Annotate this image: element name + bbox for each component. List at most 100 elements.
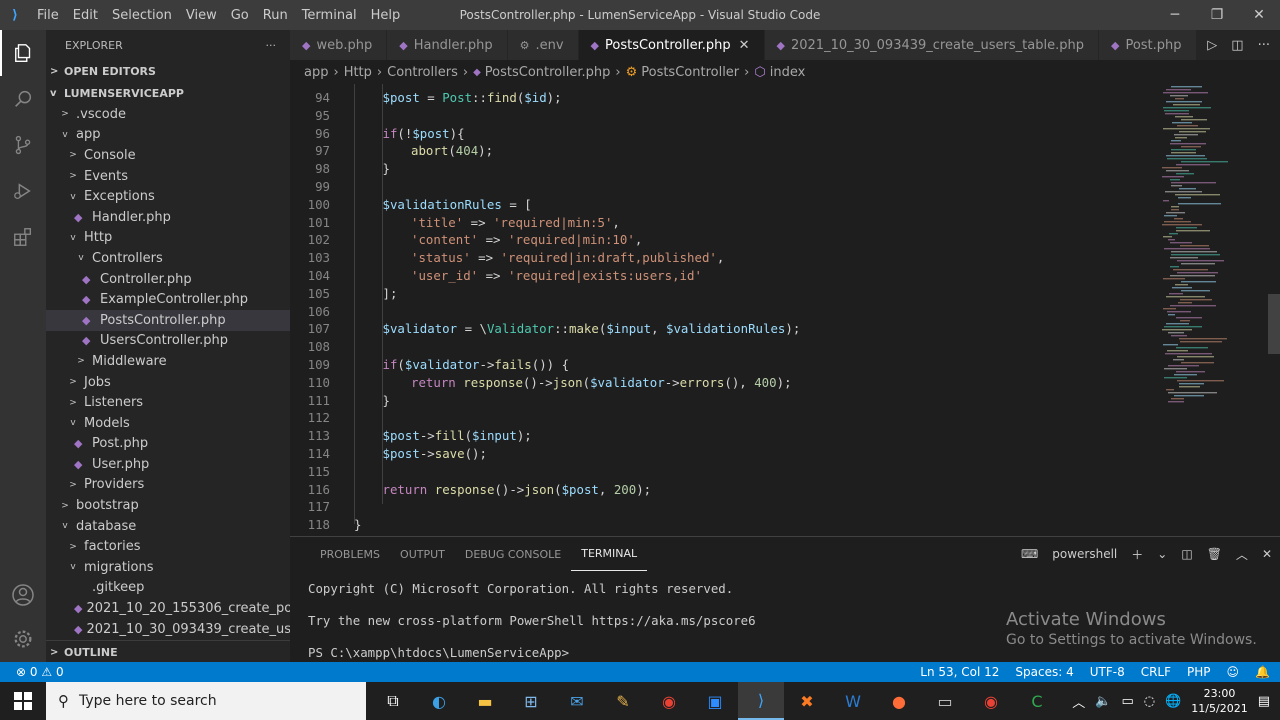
editor-tab[interactable]: ◆ PostsController.php ✕	[578, 30, 765, 60]
menu-terminal[interactable]: Terminal	[295, 8, 364, 23]
outline-section[interactable]: > OUTLINE	[46, 640, 290, 662]
tab-problems[interactable]: PROBLEMS	[310, 537, 390, 571]
breadcrumb-item[interactable]: app	[304, 65, 328, 80]
language-mode[interactable]: PHP	[1187, 665, 1211, 679]
breadcrumb-item[interactable]: PostsController.php	[485, 65, 611, 80]
code-line[interactable]: 108	[290, 338, 1160, 356]
vscode-taskbar-icon[interactable]: ⟩	[738, 682, 784, 720]
paint-icon[interactable]: ✎	[600, 682, 646, 720]
chrome-profile-icon[interactable]: ◉	[968, 682, 1014, 720]
project-section[interactable]: v LUMENSERVICEAPP	[46, 82, 290, 104]
notifications-bell-icon[interactable]: 🔔	[1255, 665, 1270, 679]
code-editor[interactable]: 94 $post = Post::find($id); 95 96 if(!$post)…	[290, 84, 1280, 536]
file-explorer-icon[interactable]: ▬	[462, 682, 508, 720]
tree-folder[interactable]: > factories	[46, 536, 290, 557]
tree-folder[interactable]: > Jobs	[46, 372, 290, 393]
menu-help[interactable]: Help	[364, 8, 408, 23]
feedback-icon[interactable]: ☺	[1227, 665, 1240, 679]
taskbar-search[interactable]: ⚲ Type here to search	[46, 682, 366, 720]
code-line[interactable]: 118}	[290, 516, 1160, 534]
editor-tab[interactable]: ◆ Post.php	[1098, 30, 1197, 60]
tree-file[interactable]: ◆2021_10_30_093439_create_users_t...	[46, 619, 290, 640]
tree-folder[interactable]: v migrations	[46, 557, 290, 578]
chrome-icon[interactable]: ◉	[646, 682, 692, 720]
menu-selection[interactable]: Selection	[105, 8, 179, 23]
code-line[interactable]: 113 $post->fill($input);	[290, 427, 1160, 445]
edge-icon[interactable]: ◐	[416, 682, 462, 720]
tab-terminal[interactable]: TERMINAL	[571, 537, 648, 571]
breadcrumb-item[interactable]: PostsController	[641, 65, 739, 80]
maximize-panel-icon[interactable]: ︿	[1236, 546, 1248, 563]
tree-file[interactable]: ◆2021_10_20_155306_create_posts_...	[46, 598, 290, 619]
speaker-icon[interactable]: 🔈	[1095, 694, 1111, 709]
battery-icon[interactable]: ▭	[1121, 694, 1133, 709]
tree-folder[interactable]: > Providers	[46, 475, 290, 496]
tree-folder[interactable]: v database	[46, 516, 290, 537]
code-line[interactable]: 115	[290, 463, 1160, 481]
run-debug-icon[interactable]	[0, 168, 46, 214]
zoom-icon[interactable]: ▣	[692, 682, 738, 720]
menu-edit[interactable]: Edit	[66, 8, 105, 23]
code-line[interactable]: 96 if(!$post){	[290, 125, 1160, 143]
menu-run[interactable]: Run	[256, 8, 295, 23]
code-line[interactable]: 103 'status' => 'required|in:draft,publis…	[290, 249, 1160, 267]
xampp-icon[interactable]: ✖	[784, 682, 830, 720]
chevron-up-icon[interactable]: ︿	[1072, 692, 1085, 711]
account-icon[interactable]	[0, 572, 46, 618]
tree-folder[interactable]: > Middleware	[46, 351, 290, 372]
postman-icon[interactable]: ●	[876, 682, 922, 720]
editor-scrollbar[interactable]	[1268, 294, 1280, 354]
tree-folder[interactable]: v Models	[46, 413, 290, 434]
manage-gear-icon[interactable]	[0, 616, 46, 662]
encoding[interactable]: UTF-8	[1090, 665, 1125, 679]
menu-file[interactable]: File	[30, 8, 66, 23]
breadcrumb-item[interactable]: Controllers	[387, 65, 458, 80]
chevron-down-icon[interactable]: ⌄	[1157, 547, 1167, 561]
more-actions-icon[interactable]: ···	[1258, 38, 1270, 53]
windows-start-icon[interactable]	[0, 682, 46, 720]
tree-file[interactable]: ◆ Post.php	[46, 434, 290, 455]
tree-file[interactable]: ◆ Controller.php	[46, 269, 290, 290]
more-actions-icon[interactable]: ···	[266, 39, 277, 52]
shell-selector[interactable]: powershell	[1052, 547, 1117, 561]
indentation[interactable]: Spaces: 4	[1015, 665, 1073, 679]
extensions-icon[interactable]	[0, 214, 46, 260]
minimap[interactable]	[1160, 84, 1270, 414]
code-line[interactable]: 95	[290, 107, 1160, 125]
editor-tab[interactable]: ◆ web.php	[290, 30, 388, 60]
tree-file[interactable]: ◆ User.php	[46, 454, 290, 475]
code-line[interactable]: 112	[290, 409, 1160, 427]
breadcrumb-item[interactable]: index	[770, 65, 806, 80]
cursor-position[interactable]: Ln 53, Col 12	[920, 665, 999, 679]
code-line[interactable]: 101 'title' => 'required|min:5',	[290, 214, 1160, 232]
maximize-icon[interactable]: ❐	[1196, 0, 1238, 30]
tree-folder[interactable]: > Events	[46, 166, 290, 187]
menu-view[interactable]: View	[179, 8, 224, 23]
tree-folder[interactable]: v Exceptions	[46, 186, 290, 207]
search-icon[interactable]	[0, 76, 46, 122]
editor-tab[interactable]: ◆ Handler.php	[387, 30, 508, 60]
clock[interactable]: 23:00 11/5/2021	[1191, 686, 1247, 716]
code-line[interactable]: 116 return response()->json($post, 200);	[290, 481, 1160, 499]
tree-folder[interactable]: > Console	[46, 145, 290, 166]
tree-file[interactable]: ◆ Handler.php	[46, 207, 290, 228]
tree-folder[interactable]: v Controllers	[46, 248, 290, 269]
code-line[interactable]: 94 $post = Post::find($id);	[290, 89, 1160, 107]
code-line[interactable]: 107 $validator = \Validator::make($input,…	[290, 320, 1160, 338]
breadcrumb-item[interactable]: Http	[344, 65, 372, 80]
close-tab-icon[interactable]: ✕	[739, 38, 750, 53]
source-control-icon[interactable]	[0, 122, 46, 168]
code-line[interactable]: 102 'content' => 'required|min:10',	[290, 231, 1160, 249]
task-view-icon[interactable]: ⧉	[370, 682, 416, 720]
tab-output[interactable]: OUTPUT	[390, 537, 455, 571]
tree-file[interactable]: .gitkeep	[46, 578, 290, 599]
code-line[interactable]: 104 'user_id' => 'required|exists:users,i…	[290, 267, 1160, 285]
network-icon[interactable]: ◌	[1144, 694, 1155, 709]
terminal-app-icon[interactable]: ▭	[922, 682, 968, 720]
code-line[interactable]: 110 return response()->json($validator->e…	[290, 374, 1160, 392]
code-line[interactable]: 105];	[290, 285, 1160, 303]
word-icon[interactable]: W	[830, 682, 876, 720]
line-ending[interactable]: CRLF	[1141, 665, 1171, 679]
minimize-icon[interactable]: ─	[1154, 0, 1196, 30]
close-window-icon[interactable]: ✕	[1238, 0, 1280, 30]
